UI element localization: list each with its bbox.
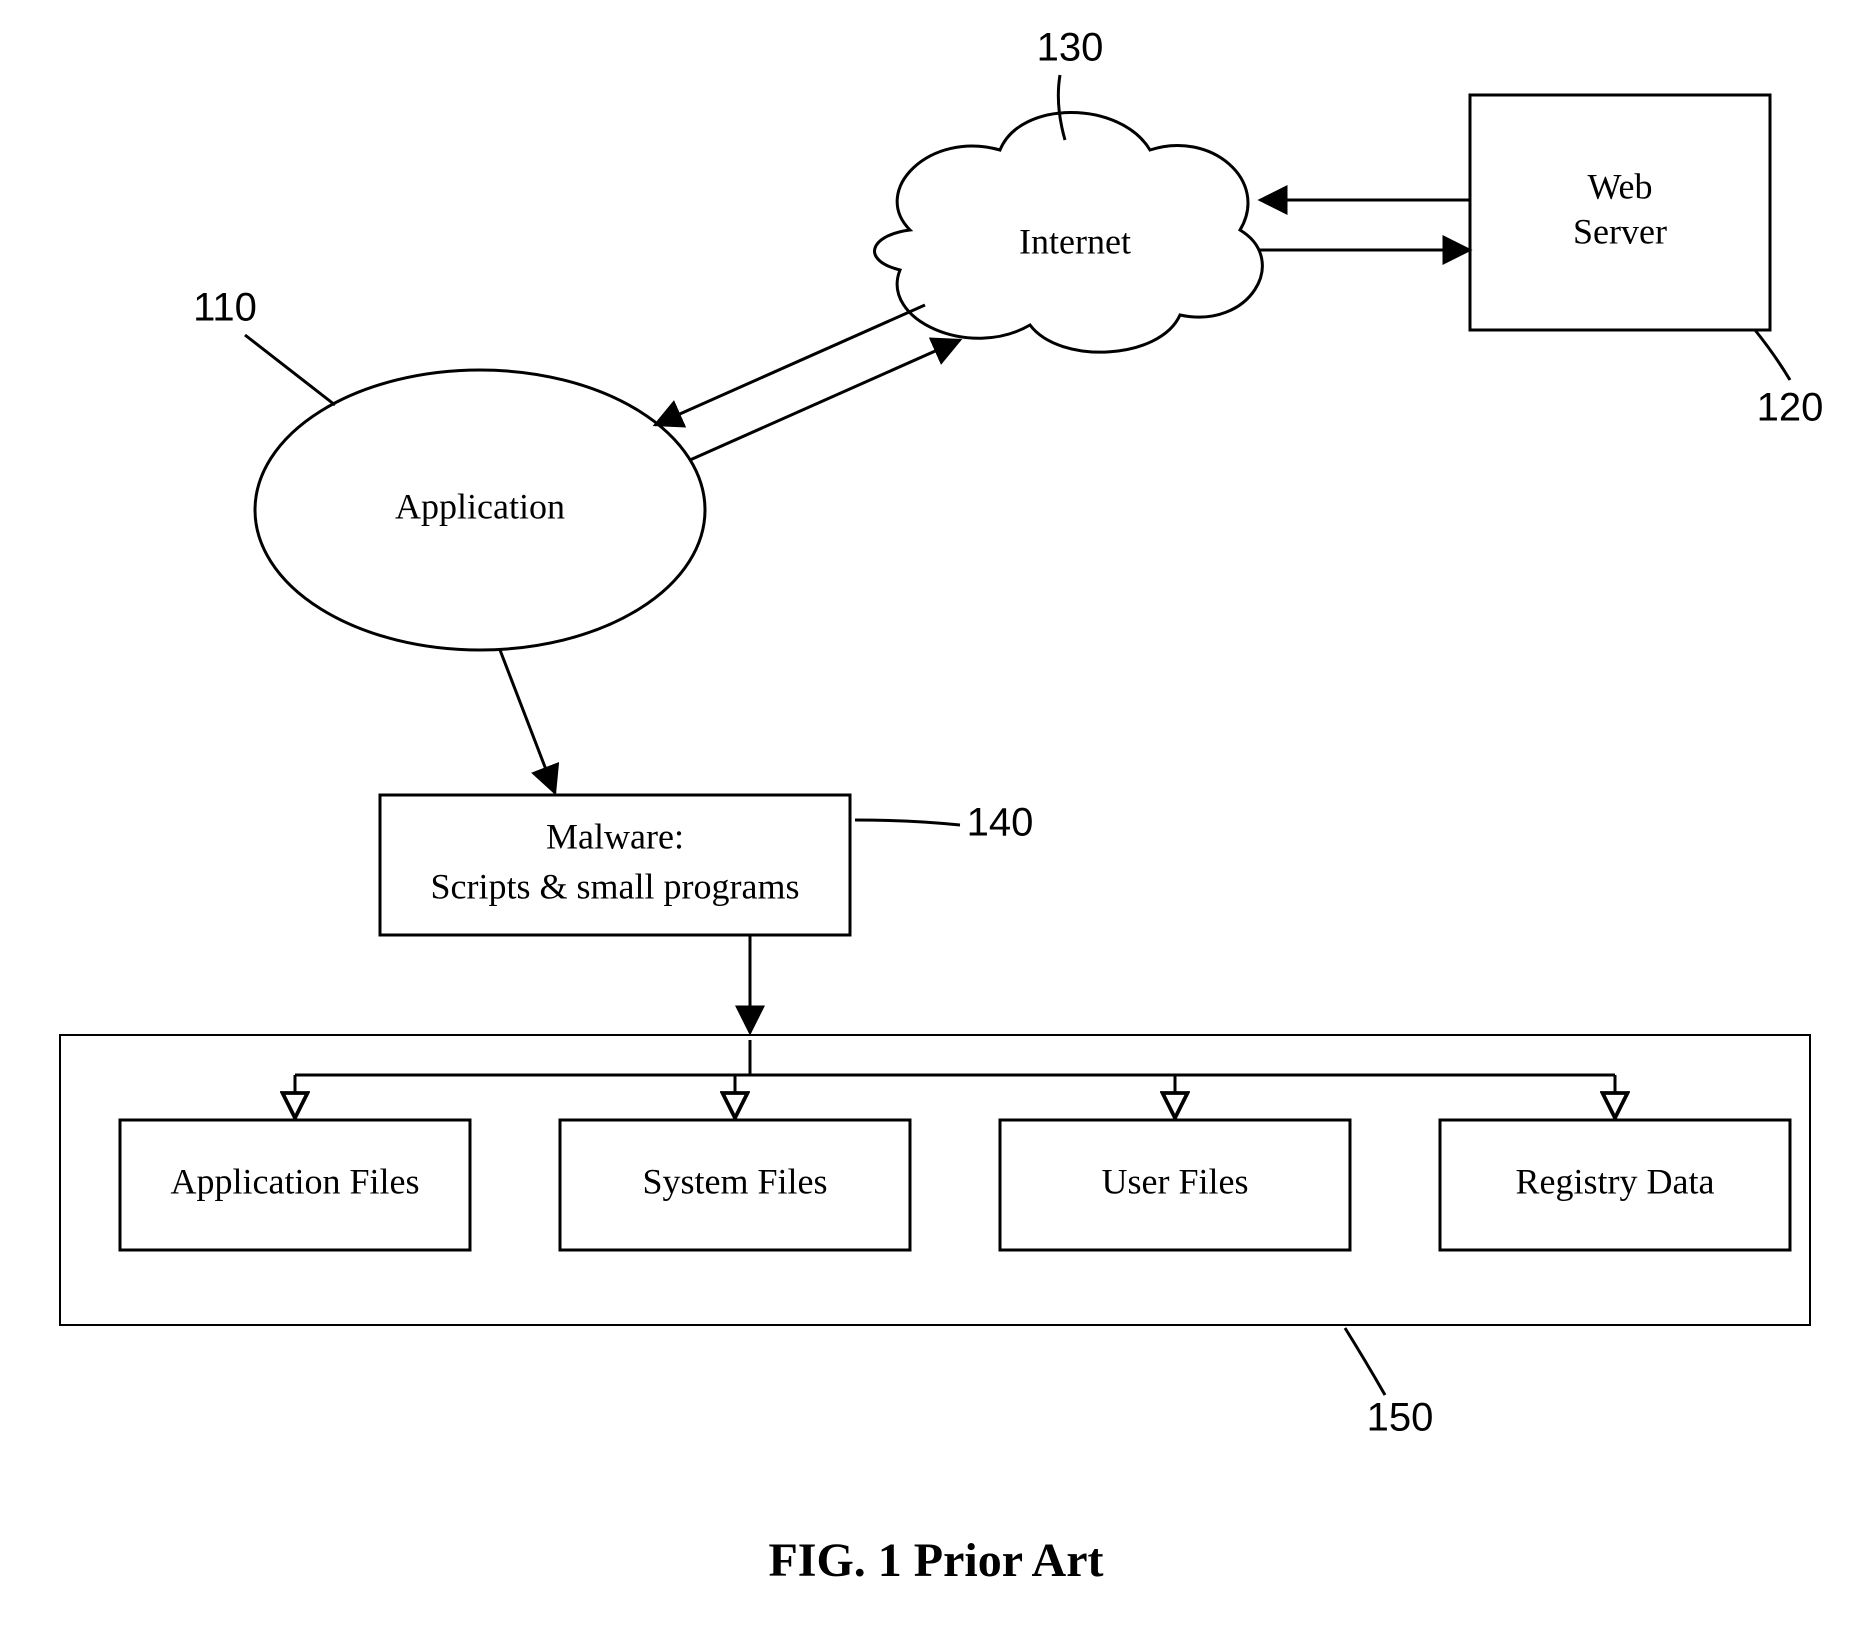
res4-label: Registry Data (1516, 1161, 1715, 1201)
webserver-label-1: Web (1587, 166, 1652, 206)
malware-label-1: Malware: (546, 816, 684, 856)
application-node: Application (255, 370, 705, 650)
res3-label: User Files (1102, 1161, 1249, 1201)
arrow-application-to-internet (690, 340, 960, 460)
ref-130: 130 (1037, 26, 1104, 70)
res1-label: Application Files (171, 1161, 420, 1201)
malware-node: Malware: Scripts & small programs (380, 795, 850, 935)
internet-node: Internet (875, 113, 1263, 353)
ref-120: 120 (1757, 386, 1824, 430)
webserver-node: Web Server (1470, 95, 1770, 330)
arrow-application-to-malware (500, 650, 555, 793)
diagram-canvas: Web Server Internet Application Malware:… (0, 0, 1873, 1637)
arrow-internet-to-application (655, 305, 925, 425)
leader-110 (245, 335, 335, 405)
ref-110: 110 (193, 286, 257, 330)
ref-150: 150 (1367, 1396, 1434, 1440)
leader-150 (1345, 1328, 1385, 1395)
res2-label: System Files (642, 1161, 827, 1201)
resources-container: Application Files System Files User File… (60, 1035, 1810, 1325)
webserver-label-2: Server (1573, 211, 1667, 251)
leader-140 (855, 820, 960, 825)
malware-label-2: Scripts & small programs (431, 866, 800, 906)
internet-label: Internet (1019, 221, 1131, 261)
leader-120 (1755, 330, 1790, 380)
figure-caption: FIG. 1 Prior Art (768, 1534, 1103, 1587)
ref-140: 140 (967, 801, 1034, 845)
application-label: Application (395, 486, 565, 526)
